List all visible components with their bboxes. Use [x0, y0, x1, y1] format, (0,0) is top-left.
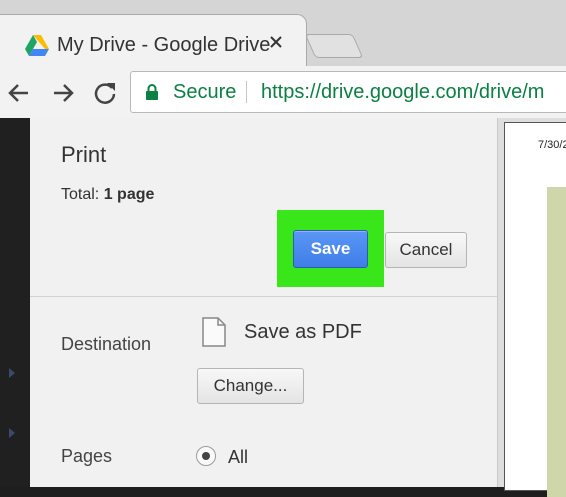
preview-image [547, 187, 566, 497]
destination-value: Save as PDF [244, 321, 362, 343]
pages-label: Pages [61, 446, 113, 466]
pages-all-radio[interactable] [196, 446, 216, 466]
url-text[interactable]: https://drive.google.com/drive/m [261, 81, 544, 104]
total-value: 1 page [103, 186, 155, 203]
pages-all-label: All [228, 447, 249, 467]
print-title: Print [61, 142, 107, 167]
tab-my-drive[interactable]: My Drive - Google Drive [0, 14, 307, 67]
tab-strip: My Drive - Google Drive [0, 0, 566, 67]
collapse-arrow-icon [9, 428, 15, 438]
collapse-arrow-icon [9, 368, 15, 378]
panel-divider [30, 296, 497, 297]
address-bar[interactable]: Secure https://drive.google.com/drive/m [130, 71, 566, 113]
print-preview-area: 7/30/2 [498, 118, 566, 497]
cancel-button[interactable]: Cancel [385, 232, 467, 268]
tab-title: My Drive - Google Drive [57, 34, 271, 56]
browser-toolbar: Secure https://drive.google.com/drive/m [0, 66, 566, 119]
close-icon[interactable] [269, 35, 283, 49]
page-left-strip [0, 118, 30, 487]
print-panel: Print Total: 1 page Save Cancel Destinat… [30, 118, 498, 487]
change-destination-button[interactable]: Change... [197, 368, 304, 404]
document-icon [202, 317, 226, 347]
preview-date: 7/30/2 [538, 139, 566, 151]
save-button[interactable]: Save [293, 230, 368, 268]
destination-label: Destination [61, 334, 152, 354]
total-label: Total: [61, 186, 100, 203]
forward-arrow-icon[interactable] [50, 80, 76, 106]
new-tab-button[interactable] [304, 34, 364, 58]
back-arrow-icon[interactable] [6, 80, 32, 106]
google-drive-icon [25, 35, 49, 56]
secure-label: Secure [173, 81, 237, 103]
radio-selected-dot [202, 452, 210, 460]
reload-icon[interactable] [92, 80, 118, 106]
lock-icon [146, 84, 158, 100]
preview-page: 7/30/2 [504, 122, 566, 497]
address-divider [246, 81, 247, 103]
total-pages: Total: 1 page [61, 186, 154, 204]
